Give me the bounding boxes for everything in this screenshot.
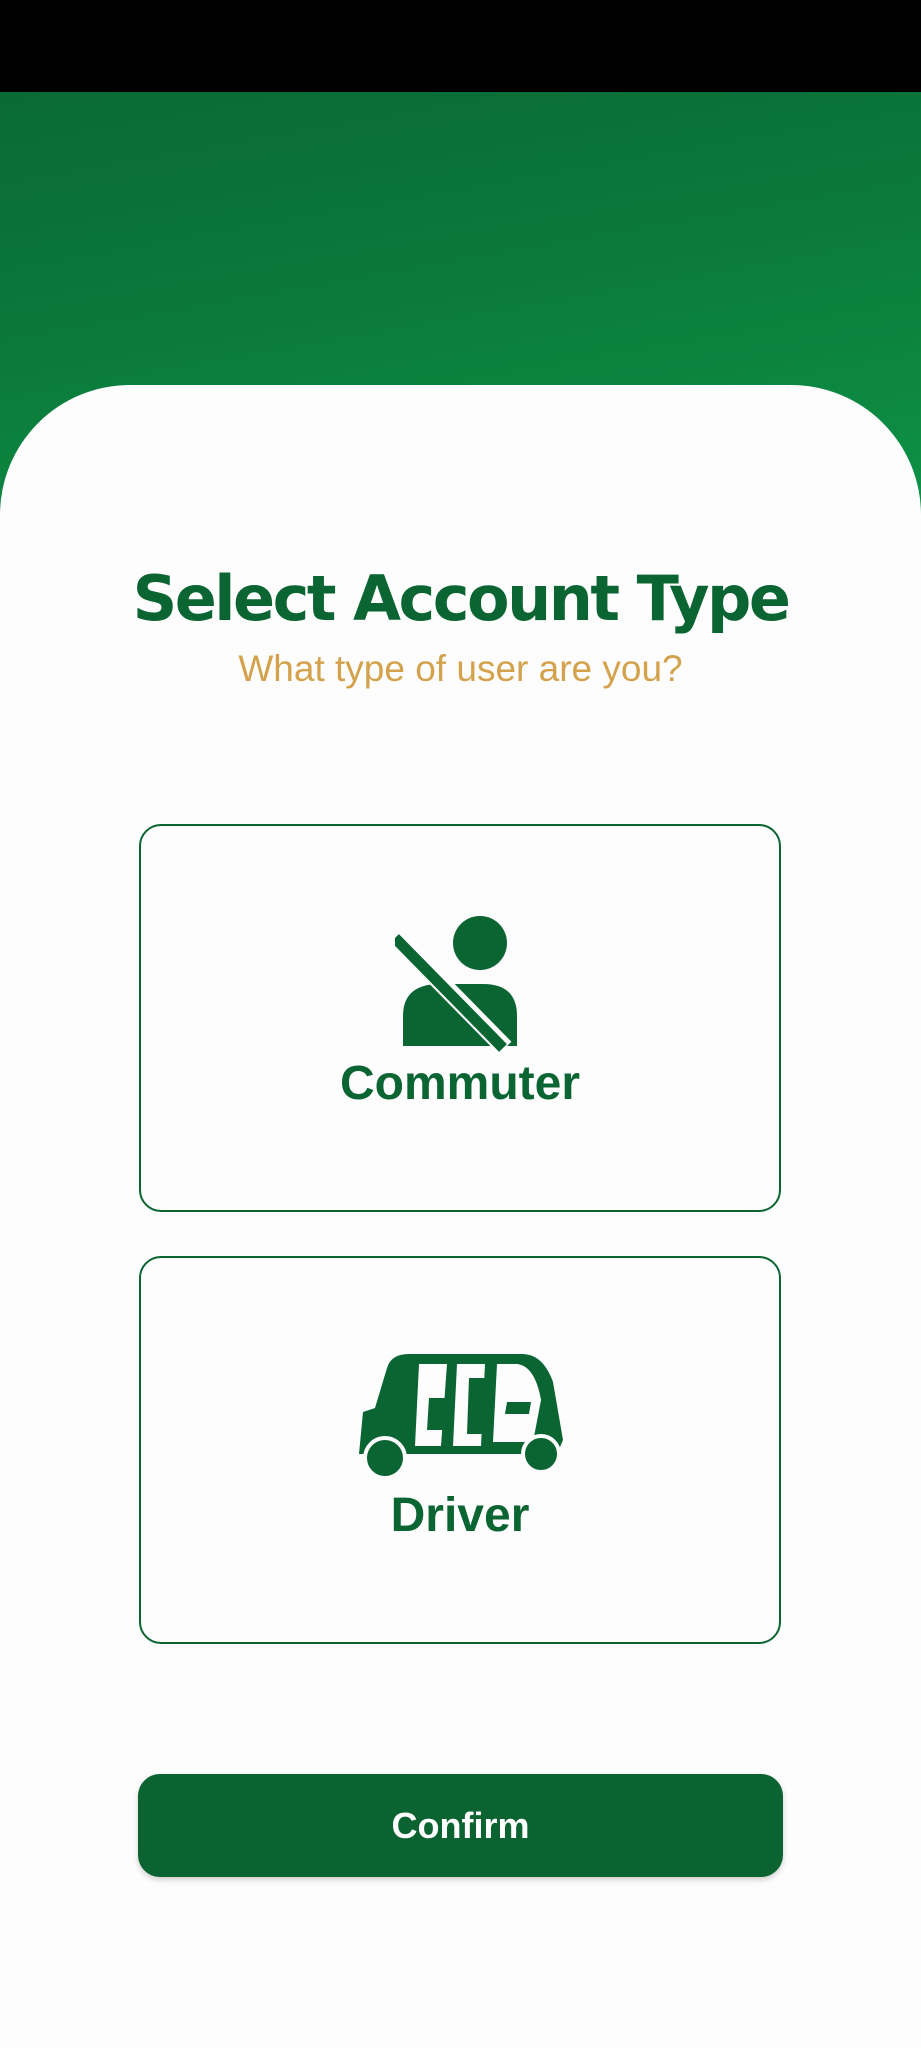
tuk-tuk-icon — [357, 1348, 563, 1489]
seatbelt-person-icon — [386, 916, 525, 1057]
commuter-label: Commuter — [339, 1057, 581, 1110]
status-bar — [0, 0, 921, 92]
page-subtitle: What type of user are you? — [238, 648, 683, 689]
driver-option-card[interactable]: Driver — [139, 1256, 781, 1644]
commuter-option-card[interactable]: Commuter — [139, 824, 781, 1212]
confirm-button[interactable]: Confirm — [138, 1774, 783, 1877]
page-title: Select Account Type — [132, 562, 791, 635]
driver-label: Driver — [390, 1489, 530, 1542]
